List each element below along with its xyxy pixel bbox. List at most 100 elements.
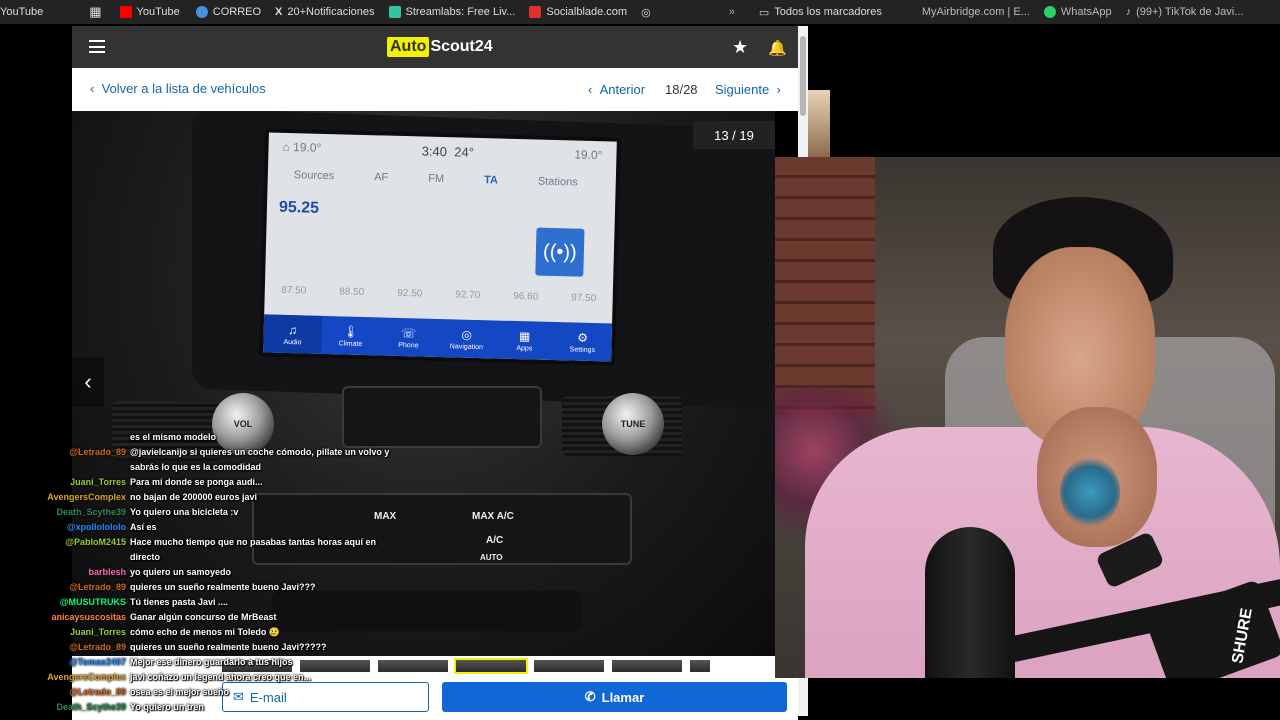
chat-message: @xpollolololo Así es [30,520,400,535]
chat-message: @Letrado_89 quieres un sueño realmente bu… [30,580,400,595]
tab-label: Audio [283,338,302,346]
chat-text: Ganar algún concurso de MrBeast [130,612,277,622]
bookmark-label: (99+) TikTok de Javi... [1136,6,1244,18]
tab-phone: ☏ Phone [379,317,438,357]
outside-temp: 24° [454,143,475,160]
chat-text: Hace mucho tiempo que no pasabas tantas … [130,537,377,562]
bookmark-globe[interactable]: ◎ [641,6,651,19]
autoscout-logo[interactable]: Auto Scout24 [387,36,493,58]
chat-message: AvengersComplex no bajan de 200000 euros … [30,490,400,505]
bookmark-youtube-cut[interactable]: YouTube [0,6,43,18]
apps-grid-icon: ▦ [89,4,102,19]
chat-username: Death_Scythe39 [56,507,126,517]
chat-text: osea es el mejor sueño [130,687,230,697]
bookmark-label: YouTube [136,6,180,18]
preset: 92.50 [397,287,423,300]
chat-text: Tú tienes pasta Javi .... [130,597,229,607]
thumbnail-selected[interactable] [454,658,528,674]
bookmark-socialblade[interactable]: Socialblade.com [529,6,627,18]
socialblade-icon [529,6,542,18]
chat-text: yo quiero un samoyedo [130,567,232,577]
fm-label: FM [428,172,445,186]
bookmark-label: MyAirbridge.com | E... [921,6,1030,18]
chat-text: Así es [130,522,157,532]
phone-icon: ☏ [401,325,417,340]
call-button[interactable]: ✆ Llamar [442,682,787,712]
preset-row: 87.50 88.50 92.50 92.70 96.60 97.50 [265,284,613,304]
bookmark-streamlabs[interactable]: Streamlabs: Free Liv... [388,6,515,18]
chat-username: @Letrado_89 [69,687,126,697]
call-label: Llamar [601,689,645,705]
bookmark-label: 20+Notificaciones [287,6,375,18]
screen-tabs: ♫ Audio 🌡 Climate ☏ Phone ◎ Navigation ▦ Apps… [263,314,613,362]
navigation-icon: ◎ [461,327,473,342]
bookmark-tiktok[interactable]: ♪ (99+) TikTok de Javi... [1126,6,1244,18]
menu-icon[interactable] [89,40,105,53]
image-counter: 13 / 19 [693,121,775,149]
home-icon: ⌂ 19.0° [282,139,322,155]
bookmarks-bar: YouTube ▦ YouTube CORREO X 20+Notificaci… [0,0,1280,24]
chat-text: quieres un sueño realmente bueno Javi??? [130,582,316,592]
chat-text: cómo echo de menos mi Toledo 😢 [130,627,281,637]
radio-signal-icon: ((•)) [535,227,585,277]
chat-message: Death_Scythe39 Yo quiero un tren [30,700,400,715]
chat-username: @Tomas2407 [68,657,126,667]
thumbnail[interactable] [612,660,682,672]
scrollbar-thumb[interactable] [800,36,806,116]
tab-navigation: ◎ Navigation [437,319,496,359]
chat-message: Death_Scythe39 Yo quiero una bicicleta :v [30,505,400,520]
infotainment-screen: ⌂ 19.0° 3:40 24° 19.0° Sources AF FM TA … [259,128,621,366]
folder-icon: ▭ [758,6,770,19]
chat-message: barblesh yo quiero un samoyedo [30,565,400,580]
webcam-overlay: SHURE [775,157,1280,678]
bookmark-whatsapp[interactable]: WhatsApp [1043,6,1112,18]
max-ac-label: MAX A/C [472,511,514,522]
source-row: Sources AF FM TA Stations [268,168,616,189]
listing-counter: 18/28 [665,82,698,97]
bookmark-grid-icon[interactable]: ▦ [89,4,101,20]
preset: 88.50 [339,286,365,299]
thumbnail[interactable] [690,660,710,672]
apps-icon: ▦ [518,328,531,343]
screen-root: YouTube ▦ YouTube CORREO X 20+Notificaci… [0,0,1280,720]
bookmarks-overflow-button[interactable]: » [729,6,735,18]
chat-username: @xpollolololo [66,522,126,532]
star-icon[interactable]: ★ [732,37,748,58]
bookmark-myairbridge[interactable]: MyAirbridge.com | E... [922,6,1030,18]
chat-text: javi coñazo un legend ahora creo que en.… [130,672,312,682]
chat-message: @Letrado_89 quieres un sueño realmente bu… [30,640,400,655]
chat-username: AvengersComplex [47,672,126,682]
gallery-prev-arrow[interactable]: ‹ [72,357,104,407]
bell-icon[interactable]: 🔔 [768,39,787,57]
microphone [925,527,1015,678]
bookmark-correo[interactable]: CORREO [195,6,261,18]
temp-left: 19.0° [292,140,322,155]
chat-username: AvengersComplex [47,492,126,502]
streamlabs-icon [388,6,401,18]
chat-message: @PabloM2415 Hace mucho tiempo que no pasa… [30,535,400,565]
preset: 97.50 [571,292,597,305]
stations-label: Stations [537,175,578,189]
chat-text: Para mí donde se ponga audi... [130,477,263,487]
chat-username: @Letrado_89 [69,582,126,592]
ac-label: A/C [486,535,504,546]
listing-nav: ‹ Volver a la lista de vehículos ‹ Anter… [72,68,798,111]
tab-apps: ▦ Apps [495,320,554,360]
back-to-list-link[interactable]: ‹ Volver a la lista de vehículos [90,81,266,96]
chat-text: no bajan de 200000 euros javi [130,492,258,502]
sources-label: Sources [293,169,335,183]
bookmark-x[interactable]: X 20+Notificaciones [275,6,374,18]
bookmark-youtube[interactable]: YouTube [119,6,180,18]
all-bookmarks[interactable]: ▭ Todos los marcadores [759,6,882,19]
thumbnail[interactable] [534,660,604,672]
tab-label: Settings [569,345,596,354]
tiktok-icon: ♪ [1125,6,1132,18]
bookmark-label: YouTube [0,6,44,18]
previous-label: Anterior [599,82,646,97]
chat-message: AvengersComplex javi coñazo un legend aho… [30,670,400,685]
chat-username: barblesh [88,567,126,577]
previous-link[interactable]: ‹ Anterior [588,82,645,97]
chat-username: @PabloM2415 [65,537,126,547]
whatsapp-icon [1043,6,1056,18]
next-link[interactable]: Siguiente › [715,82,781,97]
